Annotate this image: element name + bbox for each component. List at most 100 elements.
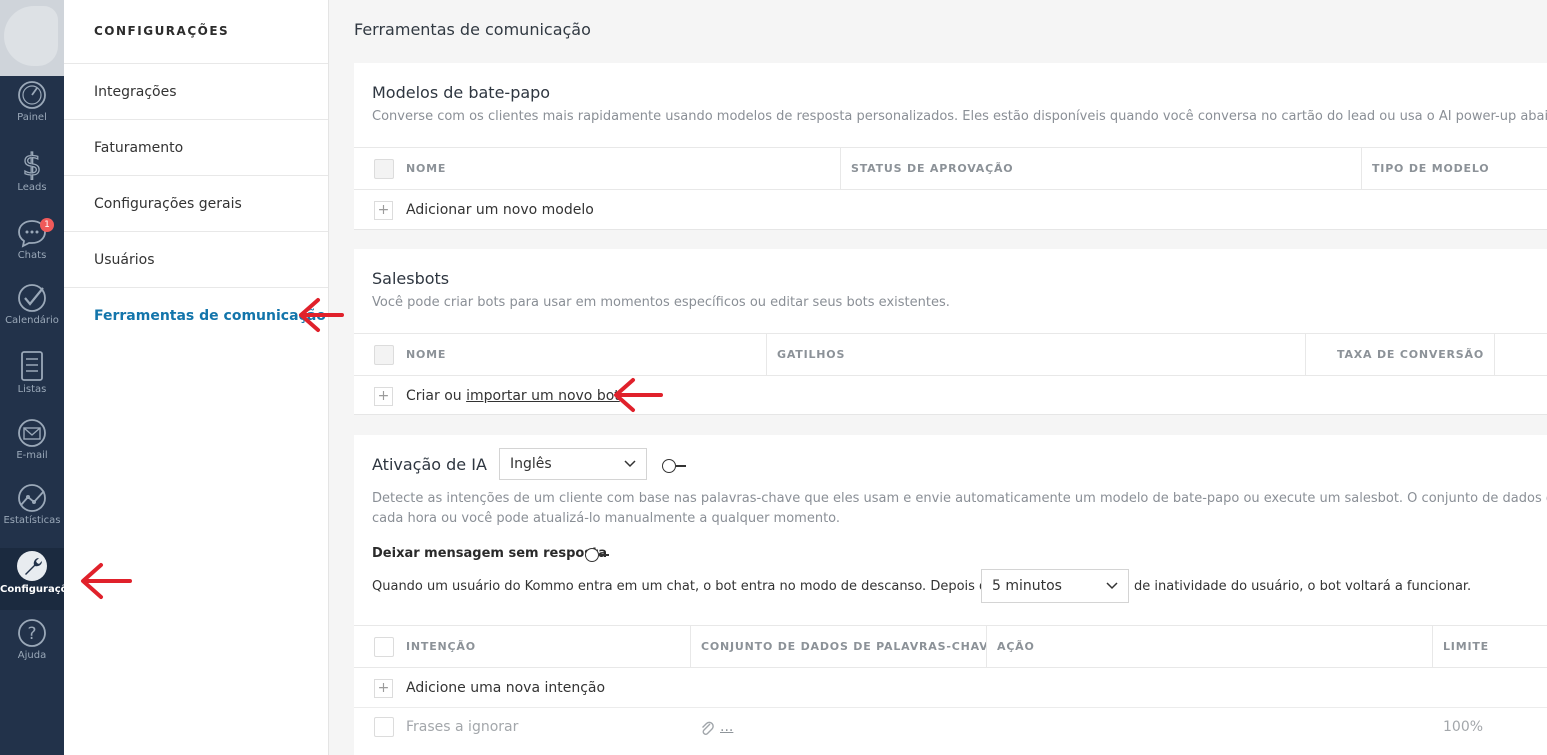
add-icon[interactable]: + bbox=[374, 679, 393, 698]
select-all-checkbox[interactable] bbox=[374, 159, 394, 179]
nav-item-ajuda[interactable]: ? Ajuda bbox=[0, 618, 64, 661]
add-template-link[interactable]: Adicionar um novo modelo bbox=[406, 202, 594, 218]
nav-label: Configurações bbox=[0, 584, 81, 595]
list-icon bbox=[0, 350, 64, 382]
add-icon[interactable]: + bbox=[374, 201, 393, 220]
ai-activation-card: Ativação de IA Inglês Detecte as intençõ… bbox=[354, 435, 1547, 755]
nav-item-listas[interactable]: Listas bbox=[0, 350, 64, 395]
add-intent-link[interactable]: Adicione uma nova intenção bbox=[406, 680, 605, 696]
nav-label: E-mail bbox=[16, 450, 48, 461]
nav-label: Listas bbox=[17, 384, 47, 395]
stats-icon bbox=[0, 483, 64, 513]
column-header[interactable]: CONJUNTO DE DADOS DE PALAVRAS-CHAVE bbox=[690, 626, 986, 668]
ai-toggle[interactable] bbox=[662, 459, 688, 473]
arrow-left-icon bbox=[614, 378, 663, 412]
column-header[interactable]: LIMITE bbox=[1432, 626, 1547, 668]
templates-description: Converse com os clientes mais rapidament… bbox=[372, 109, 1547, 124]
ai-description-line: Detecte as intenções de um cliente com b… bbox=[372, 491, 1547, 506]
limit-value: 100% bbox=[1443, 719, 1484, 735]
nav-label: Leads bbox=[17, 182, 47, 193]
rest-mode-text: Quando um usuário do Kommo entra em um c… bbox=[372, 579, 996, 594]
settings-item-usuarios[interactable]: Usuários bbox=[64, 232, 328, 288]
main-navigation: Painel $ Leads 1 Chats Calendário Listas… bbox=[0, 0, 81, 755]
chat-icon bbox=[0, 218, 64, 248]
nav-item-configuracoes[interactable]: Configurações bbox=[0, 548, 81, 610]
settings-item-ferramentas-comunicacao[interactable]: Ferramentas de comunicação bbox=[64, 288, 328, 344]
ai-description: Detecte as intenções de um cliente com b… bbox=[372, 489, 1547, 529]
chevron-down-icon bbox=[624, 449, 636, 490]
column-header[interactable]: AÇÃO bbox=[986, 626, 1432, 668]
column-header[interactable]: NOME bbox=[406, 334, 446, 376]
check-icon bbox=[0, 283, 64, 313]
language-value: Inglês bbox=[510, 456, 552, 472]
mail-icon bbox=[0, 418, 64, 448]
intents-table-header: INTENÇÃO CONJUNTO DE DADOS DE PALAVRAS-C… bbox=[354, 625, 1547, 668]
nav-item-email[interactable]: E-mail bbox=[0, 418, 64, 461]
column-header[interactable]: INTENÇÃO bbox=[406, 626, 476, 668]
dataset-link[interactable]: ... bbox=[720, 719, 733, 735]
create-bot-row: Criar ou importar um novo bot bbox=[406, 388, 620, 404]
salesbots-title: Salesbots bbox=[372, 269, 450, 288]
column-header[interactable]: TIPO DE MODELO bbox=[1361, 148, 1547, 190]
svg-text:$: $ bbox=[22, 148, 41, 180]
nav-label: Estatísticas bbox=[3, 515, 61, 526]
language-select[interactable]: Inglês bbox=[499, 448, 647, 480]
avatar-image bbox=[4, 6, 58, 66]
import-bot-link[interactable]: importar um novo bot bbox=[466, 388, 620, 404]
templates-title: Modelos de bate-papo bbox=[372, 83, 551, 102]
select-all-checkbox[interactable] bbox=[374, 345, 394, 365]
settings-item-integracoes[interactable]: Integrações bbox=[64, 64, 328, 120]
toggle-bar bbox=[676, 465, 686, 467]
dollar-icon: $ bbox=[0, 148, 64, 180]
chats-badge: 1 bbox=[40, 218, 54, 232]
toggle-bar bbox=[599, 554, 609, 556]
select-all-checkbox[interactable] bbox=[374, 637, 394, 657]
nav-label: Calendário bbox=[5, 315, 59, 326]
column-header[interactable]: STATUS DE APROVAÇÃO bbox=[840, 148, 1361, 190]
arrow-left-icon bbox=[299, 298, 344, 332]
column-divider bbox=[1494, 334, 1547, 376]
ignore-phrases-label[interactable]: Frases a ignorar bbox=[406, 719, 518, 735]
nav-item-leads[interactable]: $ Leads bbox=[0, 148, 64, 193]
nav-item-estatisticas[interactable]: Estatísticas bbox=[0, 483, 64, 526]
column-header[interactable]: GATILHOS bbox=[766, 334, 1305, 376]
column-header[interactable]: NOME bbox=[406, 148, 446, 190]
settings-item-configuracoes-gerais[interactable]: Configurações gerais bbox=[64, 176, 328, 232]
arrow-left-icon bbox=[81, 563, 132, 599]
salesbots-table-header: NOME GATILHOS TAXA DE CONVERSÃO bbox=[354, 333, 1547, 376]
rest-time-select[interactable]: 5 minutos bbox=[981, 569, 1129, 603]
unanswered-toggle[interactable] bbox=[585, 548, 611, 562]
nav-item-calendario[interactable]: Calendário bbox=[0, 283, 64, 326]
settings-title: CONFIGURAÇÕES bbox=[64, 0, 328, 64]
toggle-knob bbox=[585, 548, 599, 562]
nav-label: Ajuda bbox=[17, 650, 47, 661]
svg-text:?: ? bbox=[27, 624, 36, 644]
settings-menu: CONFIGURAÇÕES Integrações Faturamento Co… bbox=[64, 0, 329, 755]
row-divider bbox=[354, 707, 1547, 708]
column-header[interactable]: TAXA DE CONVERSÃO bbox=[1305, 334, 1494, 376]
main-content: Ferramentas de comunicação Modelos de ba… bbox=[329, 0, 1547, 755]
salesbots-card: Salesbots Você pode criar bots para usar… bbox=[354, 249, 1547, 415]
row-checkbox[interactable] bbox=[374, 717, 394, 737]
paperclip-icon bbox=[700, 720, 714, 740]
wrench-icon bbox=[0, 550, 64, 582]
nav-label: Chats bbox=[17, 250, 47, 261]
unanswered-label: Deixar mensagem sem resposta bbox=[372, 546, 608, 561]
help-icon: ? bbox=[0, 618, 64, 648]
salesbots-description: Você pode criar bots para usar em moment… bbox=[372, 295, 950, 310]
ai-title: Ativação de IA bbox=[372, 455, 487, 474]
templates-table-header: NOME STATUS DE APROVAÇÃO TIPO DE MODELO bbox=[354, 147, 1547, 190]
dashboard-icon bbox=[0, 80, 64, 110]
nav-item-chats[interactable]: 1 Chats bbox=[0, 218, 64, 261]
nav-label: Painel bbox=[17, 112, 47, 123]
create-bot-prefix[interactable]: Criar ou bbox=[406, 388, 466, 404]
ai-description-line: cada hora ou você pode atualizá-lo manua… bbox=[372, 511, 841, 526]
settings-item-faturamento[interactable]: Faturamento bbox=[64, 120, 328, 176]
add-icon[interactable]: + bbox=[374, 387, 393, 406]
nav-item-painel[interactable]: Painel bbox=[0, 80, 64, 123]
toggle-knob bbox=[662, 459, 676, 473]
page-title: Ferramentas de comunicação bbox=[354, 20, 591, 39]
templates-card: Modelos de bate-papo Converse com os cli… bbox=[354, 63, 1547, 230]
avatar[interactable] bbox=[0, 0, 64, 76]
chevron-down-icon bbox=[1106, 570, 1118, 614]
